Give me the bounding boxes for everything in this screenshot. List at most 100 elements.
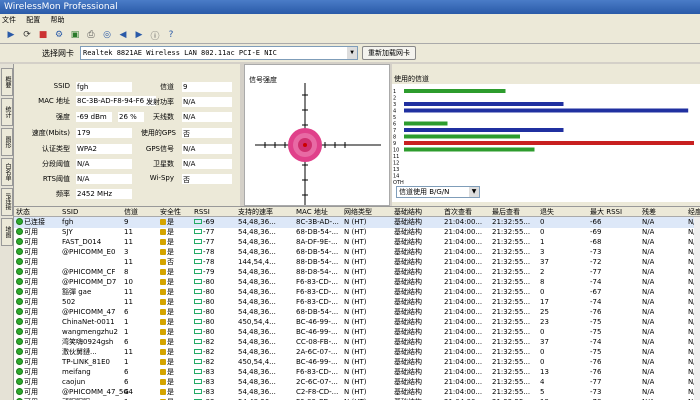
column-header[interactable]: 网络类型 — [344, 207, 372, 217]
channel-tick-label: 2 — [393, 96, 396, 102]
cell-text: 21:32:55... — [492, 358, 531, 366]
tab-statistics[interactable]: 统计 — [1, 98, 13, 126]
zoom-icon[interactable]: ◎ — [100, 28, 114, 42]
cell-text: -76 — [590, 358, 602, 366]
mac-label: MAC 地址 — [38, 97, 70, 105]
cell-text: -78 — [203, 248, 215, 256]
cell-text: 是 — [167, 318, 174, 326]
column-header[interactable]: 信道 — [124, 207, 138, 217]
cell-text: N (HT) — [344, 258, 367, 266]
tab-map[interactable]: 地图 — [1, 218, 13, 246]
cell-text: -80 — [203, 298, 215, 306]
column-header[interactable]: 最后查看 — [492, 207, 520, 217]
cell-text: 21:04:00... — [444, 228, 483, 236]
cell-text: -83 — [203, 388, 215, 396]
column-header[interactable]: 经度 — [688, 207, 700, 217]
cell-text: N (HT) — [344, 248, 367, 256]
back-icon[interactable]: ◀ — [116, 28, 130, 42]
lock-icon — [160, 289, 166, 295]
signal-icon — [194, 269, 202, 274]
cell-text: 21:04:00... — [444, 338, 483, 346]
cell-text: TP-LINK_81E0 — [62, 358, 110, 366]
tab-summary[interactable]: 概要 — [1, 68, 13, 96]
column-header[interactable]: 状态 — [16, 207, 30, 217]
menu-item-help[interactable]: 帮助 — [50, 16, 64, 24]
cell-text: F6-83-CD-... — [296, 278, 338, 286]
cell-text: N/A — [642, 368, 655, 376]
cell-text: -80 — [203, 318, 215, 326]
cell-text: -75 — [590, 328, 602, 336]
lock-icon — [160, 239, 166, 245]
cell-text: 11 — [124, 238, 133, 246]
tab-whitelist[interactable]: 白名单 — [1, 158, 13, 186]
cell-text: 基础结构 — [394, 238, 422, 246]
column-header[interactable]: 最大 RSSI — [590, 207, 622, 217]
info-icon[interactable]: ⓘ — [148, 28, 162, 42]
channel-usage-dropdown[interactable]: 信道使用 B/G/N ▼ — [396, 186, 480, 198]
cell-text: @PHICOMM_CF — [62, 268, 116, 276]
cell-text: 21:32:55... — [492, 308, 531, 316]
cell-text: 是 — [167, 368, 174, 376]
channels-panel: 使用的信道 1 2 3 4 5 6 7 8 9 10 11 12 13 14 OTH 信道使用 B/G/N … — [392, 64, 700, 206]
cell-text: 可用 — [24, 358, 38, 366]
status-icon — [16, 338, 23, 345]
cell-text: -83 — [203, 368, 215, 376]
column-header[interactable]: 退失 — [540, 207, 554, 217]
cell-text: 可用 — [24, 238, 38, 246]
cell-text: -83 — [203, 378, 215, 386]
help-icon[interactable]: ? — [164, 28, 178, 42]
cell-text: -77 — [590, 268, 602, 276]
chevron-down-icon[interactable]: ▼ — [469, 187, 479, 197]
tab-ip-connections[interactable]: IP连接 — [1, 188, 13, 216]
cell-text: N (HT) — [344, 308, 367, 316]
menu-item-config[interactable]: 配置 — [26, 16, 40, 24]
column-header[interactable]: 支持的速率 — [238, 207, 273, 217]
cell-text: 21:32:55... — [492, 298, 531, 306]
refresh-icon[interactable]: ⟳ — [20, 28, 34, 42]
signal-icon — [194, 389, 202, 394]
channel-bar-4 — [404, 108, 689, 113]
lock-icon — [160, 389, 166, 395]
save-icon[interactable]: ▣ — [68, 28, 82, 42]
column-header[interactable]: 残差 — [642, 207, 656, 217]
cell-text: 21:04:00... — [444, 218, 483, 226]
cell-text: -80 — [203, 288, 215, 296]
signal-center — [303, 143, 307, 147]
table-scrollbar[interactable] — [694, 217, 700, 400]
freq-label: 频率 — [56, 190, 70, 198]
cell-text: -77 — [203, 238, 215, 246]
lock-icon — [160, 329, 166, 335]
cell-text: 基础结构 — [394, 218, 422, 226]
play-icon[interactable]: ▶ — [4, 28, 18, 42]
cell-text: N (HT) — [344, 368, 367, 376]
tab-graph[interactable]: 图形 — [1, 128, 13, 156]
adapter-select[interactable]: Realtek 8821AE Wireless LAN 802.11ac PCI… — [80, 46, 358, 60]
gps-signal-label: GPS信号 — [145, 145, 174, 153]
column-header[interactable]: RSSI — [194, 207, 210, 217]
cell-text: -78 — [203, 258, 215, 266]
status-icon — [16, 248, 23, 255]
reload-adapter-button[interactable]: 重新加载网卡 — [362, 46, 416, 60]
stop-icon[interactable]: ■ — [36, 28, 50, 42]
cell-text: 11 — [124, 228, 133, 236]
cell-text: 0 — [540, 218, 545, 226]
freq-value: 2452 MHz — [76, 189, 132, 199]
column-header[interactable]: 首次查看 — [444, 207, 472, 217]
cell-text: 21:04:00... — [444, 278, 483, 286]
cell-text: 21:04:00... — [444, 288, 483, 296]
cell-text: 基础结构 — [394, 378, 422, 386]
frag-label: 分段阈值 — [42, 160, 70, 168]
forward-icon[interactable]: ▶ — [132, 28, 146, 42]
cell-text: 44 — [124, 388, 133, 396]
settings-icon[interactable]: ⚙ — [52, 28, 66, 42]
column-header[interactable]: SSID — [62, 207, 78, 217]
chevron-down-icon[interactable]: ▼ — [347, 47, 357, 59]
channel-tick-label: 12 — [393, 161, 399, 167]
channel-tick-label: 13 — [393, 167, 399, 173]
column-header[interactable]: 安全性 — [160, 207, 181, 217]
antenna-value: N/A — [182, 112, 232, 122]
column-header[interactable]: MAC 地址 — [296, 207, 328, 217]
print-icon[interactable]: ⎙ — [84, 28, 98, 42]
column-header[interactable]: 基础结构 — [394, 207, 422, 217]
menu-item-file[interactable]: 文件 — [2, 16, 16, 24]
